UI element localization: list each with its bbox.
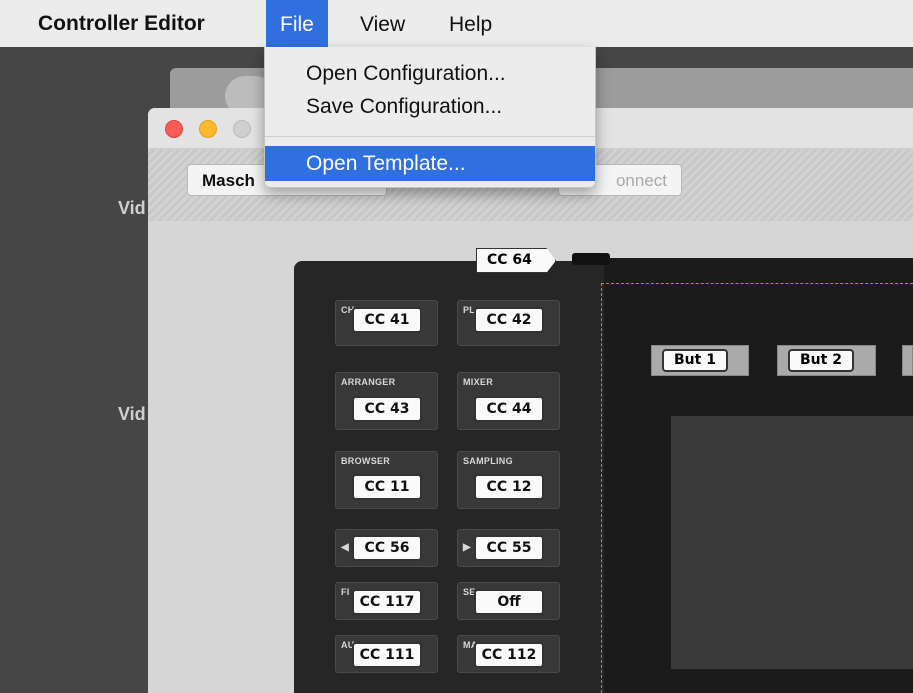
menu-bar: Controller Editor File View Help <box>0 0 913 48</box>
cell-label: FI <box>341 587 350 597</box>
cc-value[interactable]: CC 55 <box>474 535 544 561</box>
left-arrow-icon: ◀ <box>341 542 349 553</box>
cell-label: SAMPLING <box>463 456 513 466</box>
menu-help[interactable]: Help <box>435 0 506 47</box>
cell-label: BROWSER <box>341 456 391 466</box>
zoom-button[interactable] <box>233 120 251 138</box>
screen-button-2[interactable]: But 2 <box>777 345 876 376</box>
menu-view[interactable]: View <box>346 0 419 47</box>
menu-separator <box>265 136 595 137</box>
right-arrow-icon: ▶ <box>463 542 471 553</box>
menu-item-save-configuration[interactable]: Save Configuration... <box>265 89 595 124</box>
cell-label: MIXER <box>463 377 494 387</box>
app-name[interactable]: Controller Editor <box>38 12 205 36</box>
screen-button-3[interactable] <box>902 345 913 376</box>
side-label-1: Vid <box>118 198 146 218</box>
file-menu-dropdown: Open Configuration... Save Configuration… <box>264 47 596 188</box>
controller-display <box>671 416 913 669</box>
menu-file[interactable]: File <box>266 0 328 47</box>
cc-value[interactable]: CC 43 <box>352 396 422 422</box>
side-label-2: Vid <box>118 404 146 424</box>
screen-button-label: But 2 <box>788 349 854 372</box>
cc-value[interactable]: CC 44 <box>474 396 544 422</box>
cc-value[interactable]: CC 56 <box>352 535 422 561</box>
cc-value[interactable]: CC 111 <box>352 642 422 668</box>
cc-value[interactable]: CC 112 <box>474 642 544 668</box>
cc-value[interactable]: CC 12 <box>474 474 544 500</box>
encoder-knob[interactable] <box>572 253 610 265</box>
cc-value[interactable]: CC 11 <box>352 474 422 500</box>
cc64-tag[interactable]: CC 64 <box>476 248 556 273</box>
cell-label: ARRANGER <box>341 377 396 387</box>
cc-value[interactable]: CC 42 <box>474 307 544 333</box>
minimize-button[interactable] <box>199 120 217 138</box>
cc-value[interactable]: Off <box>474 589 544 615</box>
close-button[interactable] <box>165 120 183 138</box>
screen-button-label: But 1 <box>662 349 728 372</box>
cc-value[interactable]: CC 41 <box>352 307 422 333</box>
menu-item-open-configuration[interactable]: Open Configuration... <box>265 56 595 91</box>
screen-button-1[interactable]: But 1 <box>651 345 749 376</box>
menu-item-open-template[interactable]: Open Template... <box>265 146 595 181</box>
cc-value[interactable]: CC 117 <box>352 589 422 615</box>
